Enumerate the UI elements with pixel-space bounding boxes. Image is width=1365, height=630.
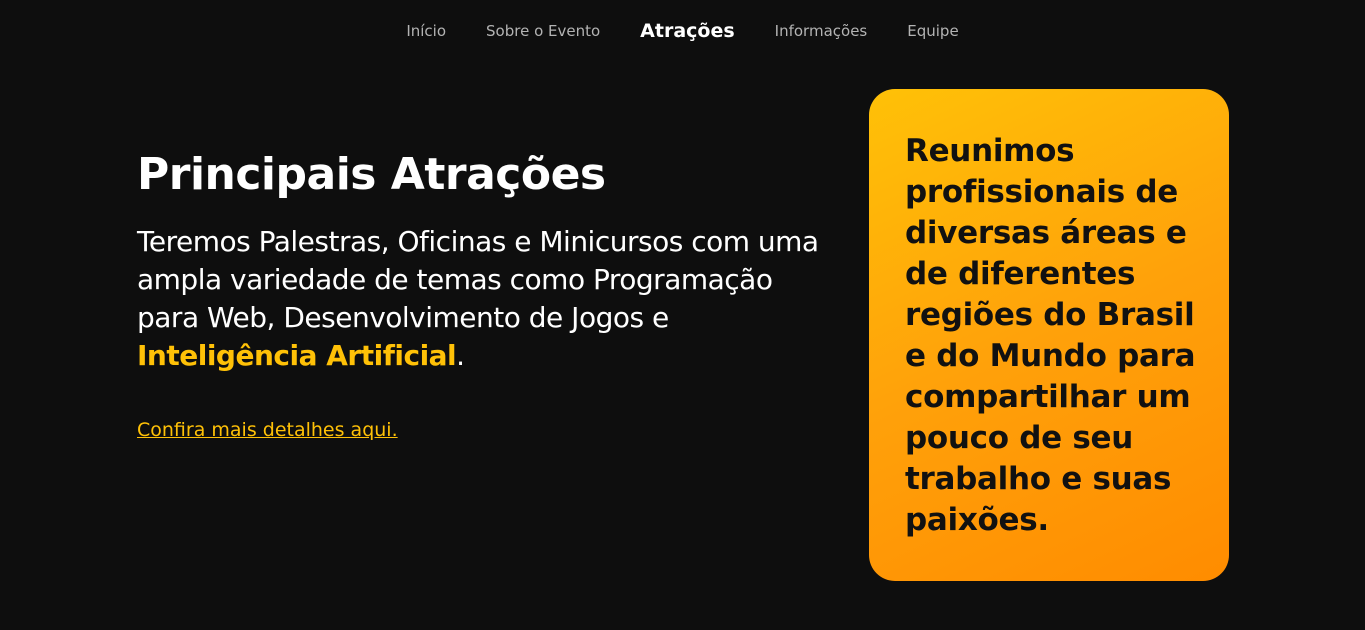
- nav-link-inicio[interactable]: Início: [406, 20, 446, 42]
- page-title: Principais Atrações: [137, 149, 606, 200]
- nav-link-informacoes[interactable]: Informações: [775, 20, 868, 42]
- description-text: Teremos Palestras, Oficinas e Minicursos…: [137, 225, 819, 334]
- nav-link-equipe[interactable]: Equipe: [907, 20, 958, 42]
- attractions-description: Teremos Palestras, Oficinas e Minicursos…: [137, 223, 837, 375]
- page: Início Sobre o Evento Atrações Informaçõ…: [0, 0, 1365, 630]
- description-end: .: [456, 339, 465, 372]
- more-details-link[interactable]: Confira mais detalhes aqui.: [137, 419, 398, 441]
- description-highlight: Inteligência Artificial: [137, 339, 457, 372]
- top-navigation: Início Sobre o Evento Atrações Informaçõ…: [0, 20, 1365, 42]
- nav-link-sobre-o-evento[interactable]: Sobre o Evento: [486, 20, 600, 42]
- highlight-card-text: Reunimos profissionais de diversas áreas…: [905, 133, 1196, 538]
- attractions-section: Principais Atrações Teremos Palestras, O…: [137, 145, 837, 441]
- highlight-card: Reunimos profissionais de diversas áreas…: [869, 89, 1229, 581]
- nav-link-atracoes[interactable]: Atrações: [640, 20, 735, 42]
